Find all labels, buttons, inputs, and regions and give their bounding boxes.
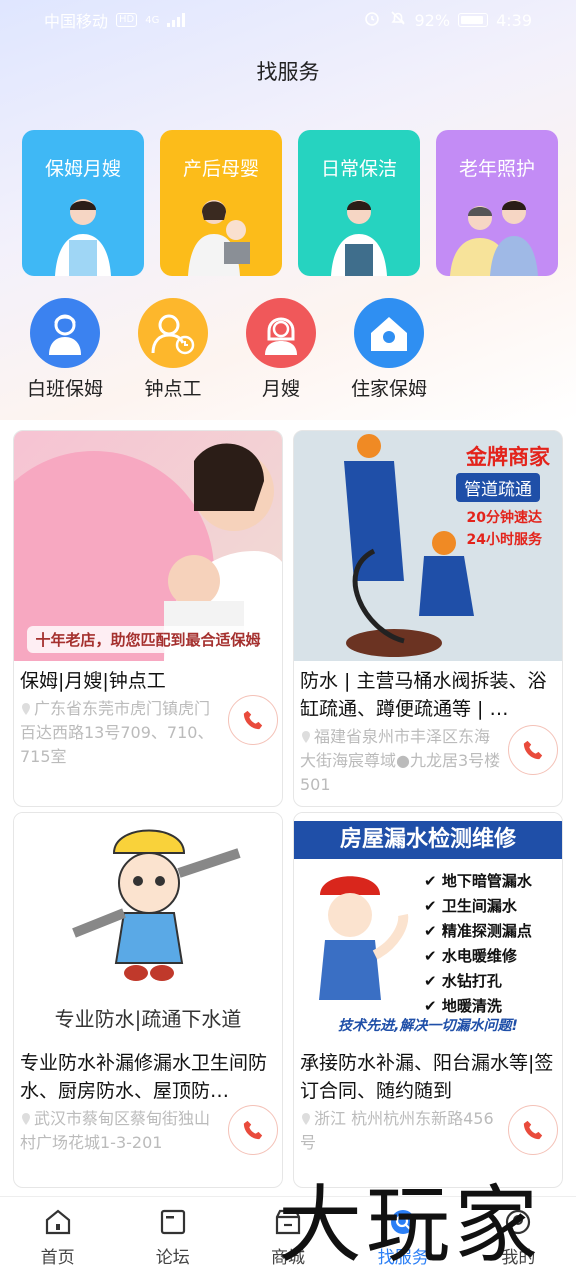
quick-item-hourly[interactable]: 钟点工 [128,298,218,401]
listing-card[interactable]: 专业防水|疏通下水道 专业防水补漏修漏水卫生间防水、厨房防水、屋顶防… 武汉市蔡… [13,812,283,1188]
watermark-logo: 大玩家 [278,1176,543,1274]
quick-item-day-nanny[interactable]: 白班保姆 [20,298,110,401]
hd-badge: HD [116,13,138,27]
check-icon: ✔ [424,972,437,990]
call-button[interactable] [508,1105,558,1155]
network-label: 4G [145,14,160,26]
category-card-elderly-care[interactable]: 老年照护 [436,130,558,276]
category-label: 日常保洁 [320,158,397,180]
quick-services: 白班保姆 钟点工 月嫂 住家保姆 [20,298,434,401]
carrier-label: 中国移动 [44,12,109,31]
call-button[interactable] [228,695,278,745]
mute-icon [389,9,407,31]
category-label: 产后母婴 [182,158,259,180]
alarm-icon [363,9,381,31]
listing-title: 承接防水补漏、阳台漏水等|签订合同、随约随到 [300,1052,554,1102]
quick-item-label: 住家保姆 [350,378,427,400]
listing-image-footer: 技术先进,解决一切漏水问题! [338,1018,518,1034]
fast-arrival-badge: 20分钟速达 [466,510,542,526]
quick-item-label: 白班保姆 [26,378,103,400]
gold-merchant-badge: 金牌商家 [466,445,550,469]
checklist-item: ✔ 水钻打孔 [424,972,502,990]
hourly-worker-icon [138,298,208,368]
listing-title: 专业防水补漏修漏水卫生间防水、厨房防水、屋顶防… [20,1052,268,1102]
listing-address: 广东省东莞市虎门镇虎门百达西路13号709、710、715室 [20,699,214,766]
pipe-service-badge: 管道疏通 [456,473,540,502]
category-label: 保姆月嫂 [44,158,121,180]
phone-icon [523,740,543,760]
signal-icon [167,13,186,27]
call-button[interactable] [228,1105,278,1155]
listing-image: 金牌商家 管道疏通 20分钟速达 24小时服务 [294,431,562,661]
24h-service-badge: 24小时服务 [466,532,542,548]
repairman-cartoon-icon [319,876,409,1000]
battery-percent: 92% [414,10,451,30]
battery-icon [458,13,489,27]
cleaner-figure-icon [331,200,387,276]
location-pin-icon [22,703,30,715]
listing-title: 防水 | 主营马桶水阀拆装、浴缸疏通、蹲便疏通等 | … [300,670,547,720]
status-bar: 中国移动 HD 4G 92% 4:39 [0,0,576,40]
listing-image: 专业防水|疏通下水道 [14,813,282,1043]
quick-item-label: 钟点工 [144,378,202,400]
location-pin-icon [22,1113,30,1125]
home-tab-icon [0,1207,115,1237]
listing-address: 武汉市蔡甸区蔡甸街独山村广场花城1-3-201 [20,1109,211,1152]
worker-cartoon-icon [72,829,241,981]
maternity-nurse-icon [246,298,316,368]
category-cards: 保姆月嫂 产后母婴 日常保洁 老年照护 [22,130,558,276]
call-button[interactable] [508,725,558,775]
checklist-item: ✔ 精准探测漏点 [424,922,532,940]
category-label: 老年照护 [458,158,535,180]
mother-baby-icon [188,200,250,276]
check-icon: ✔ [424,922,437,940]
listing-title: 保姆|月嫂|钟点工 [20,670,166,692]
check-icon: ✔ [424,947,437,965]
home-icon [354,298,424,368]
listing-banner: 十年老店，助您匹配到最合适保姆 [27,626,269,653]
quick-item-live-in[interactable]: 住家保姆 [344,298,434,401]
page-title: 找服务 [256,60,320,84]
service-checklist: ✔ 地下暗管漏水 ✔ 卫生间漏水 ✔ 精准探测漏点 ✔ 水电暖维修 ✔ 水钻打孔… [424,869,532,1019]
phone-icon [243,1120,263,1140]
listing-card[interactable]: 房屋漏水检测维修 ✔ 地下暗管漏水 ✔ 卫生间漏水 ✔ 精准探测漏点 ✔ 水电暖… [293,812,563,1188]
listing-address: 福建省泉州市丰泽区东海大街海宸尊域●九龙居3号楼501 [300,727,501,794]
clock: 4:39 [496,10,532,30]
listing-card[interactable]: 金牌商家 管道疏通 20分钟速达 24小时服务 防水 | 主营马桶水阀拆装、浴缸… [293,430,563,807]
phone-icon [243,710,263,730]
tab-home[interactable]: 首页 [0,1197,115,1280]
forum-tab-icon [115,1207,230,1237]
nanny-figure-icon [55,199,111,276]
elderly-care-icon [450,200,538,276]
category-card-nanny[interactable]: 保姆月嫂 [22,130,144,276]
listing-image: 房屋漏水检测维修 ✔ 地下暗管漏水 ✔ 卫生间漏水 ✔ 精准探测漏点 ✔ 水电暖… [294,813,562,1043]
check-icon: ✔ [424,997,437,1015]
listing-address: 浙江 杭州杭州东新路456号 [300,1109,494,1152]
location-pin-icon [302,1113,310,1125]
phone-icon [523,1120,543,1140]
checklist-item: ✔ 地下暗管漏水 [424,872,532,890]
quick-item-maternity[interactable]: 月嫂 [236,298,326,401]
listing-card[interactable]: 十年老店，助您匹配到最合适保姆 保姆|月嫂|钟点工 广东省东莞市虎门镇虎门百达西… [13,430,283,807]
check-icon: ✔ [424,872,437,890]
tab-label: 论坛 [155,1248,190,1268]
listing-image-caption: 专业防水|疏通下水道 [54,1007,242,1031]
checklist-item: ✔ 水电暖维修 [424,947,517,965]
category-card-cleaning[interactable]: 日常保洁 [298,130,420,276]
tab-label: 首页 [40,1248,75,1268]
nanny-icon [30,298,100,368]
listing-image-header: 房屋漏水检测维修 [294,821,562,859]
checklist-item: ✔ 卫生间漏水 [424,897,517,915]
tab-forum[interactable]: 论坛 [115,1197,230,1280]
listing-image: 十年老店，助您匹配到最合适保姆 [14,431,282,661]
quick-item-label: 月嫂 [261,378,300,400]
check-icon: ✔ [424,897,437,915]
location-pin-icon [302,731,310,743]
category-card-postpartum[interactable]: 产后母婴 [160,130,282,276]
